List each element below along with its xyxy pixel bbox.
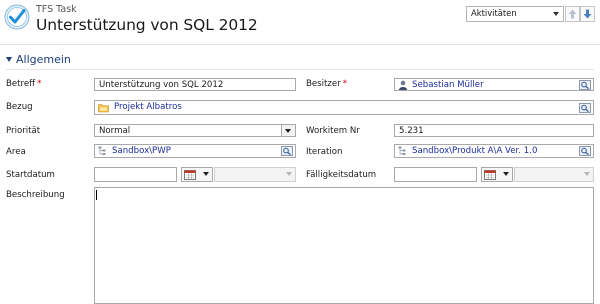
- beschreibung-textarea[interactable]: [94, 187, 594, 304]
- lookup-search-icon[interactable]: [281, 146, 293, 156]
- arrow-down-icon: [583, 9, 592, 19]
- bezug-lookup[interactable]: Projekt Albatros: [94, 100, 594, 115]
- faelligkeitsdatum-time-select: [514, 167, 594, 182]
- bezug-link[interactable]: Projekt Albatros: [114, 102, 182, 112]
- section-toggle-allgemein[interactable]: Allgemein: [6, 53, 71, 66]
- iteration-label: Iteration: [306, 147, 343, 157]
- chevron-down-icon: [553, 12, 559, 16]
- record-title: Unterstützung von SQL 2012: [36, 16, 258, 34]
- user-icon: [399, 80, 407, 90]
- task-checkmark-logo-icon: [4, 4, 30, 30]
- betreff-value: Unterstützung von SQL 2012: [99, 80, 224, 90]
- arrow-up-icon: [568, 9, 577, 19]
- faelligkeitsdatum-calendar-button[interactable]: [481, 167, 513, 182]
- previous-record-button[interactable]: [565, 6, 580, 22]
- lookup-search-icon[interactable]: [579, 80, 591, 90]
- area-label: Area: [6, 147, 26, 157]
- folder-icon: [98, 104, 109, 113]
- startdatum-input[interactable]: [94, 167, 177, 182]
- tree-icon: [98, 146, 106, 155]
- section-divider: [6, 69, 594, 70]
- chevron-down-icon: [281, 125, 295, 136]
- workitem-value: 5.231: [399, 126, 424, 136]
- startdatum-time-select: [214, 167, 296, 182]
- besitzer-label: Besitzer *: [306, 79, 348, 89]
- besitzer-lookup[interactable]: Sebastian Müller: [394, 78, 594, 91]
- text-caret: [96, 190, 97, 200]
- next-record-button[interactable]: [580, 6, 595, 22]
- area-lookup[interactable]: Sandbox\PWP: [94, 144, 296, 158]
- betreff-input[interactable]: Unterstützung von SQL 2012: [94, 78, 296, 91]
- section-title: Allgemein: [16, 53, 71, 66]
- entity-type-label: TFS Task: [36, 4, 77, 15]
- related-view-select[interactable]: Aktivitäten: [466, 6, 564, 22]
- startdatum-label: Startdatum: [6, 170, 55, 180]
- prioritaet-label: Priorität: [6, 126, 41, 136]
- iteration-lookup[interactable]: Sandbox\Produkt A\A Ver. 1.0: [394, 144, 594, 158]
- calendar-icon: [484, 170, 496, 180]
- workitem-label: Workitem Nr: [306, 126, 360, 136]
- prioritaet-value: Normal: [99, 126, 131, 136]
- beschreibung-label: Beschreibung: [6, 190, 65, 200]
- lookup-search-icon[interactable]: [579, 146, 591, 156]
- calendar-icon: [184, 170, 196, 180]
- betreff-label: Betreff *: [6, 79, 42, 89]
- tree-icon: [398, 146, 406, 155]
- related-view-select-value: Aktivitäten: [471, 8, 517, 18]
- required-marker: *: [37, 79, 42, 89]
- faelligkeitsdatum-label: Fälligkeitsdatum: [306, 170, 377, 180]
- startdatum-calendar-button[interactable]: [181, 167, 213, 182]
- iteration-link[interactable]: Sandbox\Produkt A\A Ver. 1.0: [412, 146, 537, 156]
- workitem-input[interactable]: 5.231: [394, 124, 594, 137]
- collapse-triangle-icon: [6, 57, 12, 62]
- area-link[interactable]: Sandbox\PWP: [112, 146, 171, 156]
- besitzer-link[interactable]: Sebastian Müller: [412, 80, 484, 90]
- required-marker: *: [342, 79, 348, 89]
- faelligkeitsdatum-input[interactable]: [394, 167, 477, 182]
- bezug-label: Bezug: [6, 102, 33, 112]
- lookup-search-icon[interactable]: [579, 103, 591, 113]
- prioritaet-select[interactable]: Normal: [94, 124, 296, 137]
- header-divider: [0, 44, 600, 45]
